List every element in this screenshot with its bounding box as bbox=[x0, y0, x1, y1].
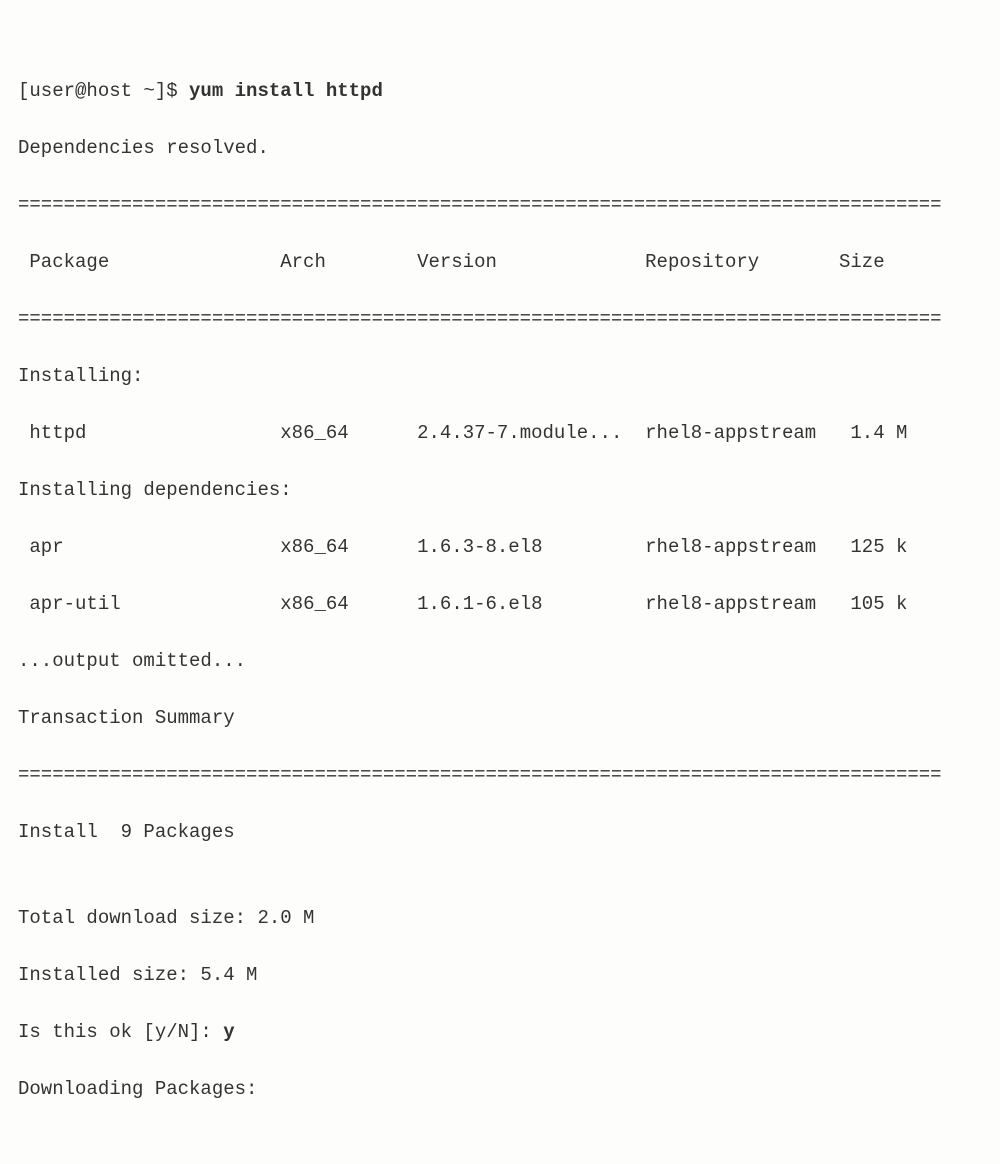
downloading-packages: Downloading Packages: bbox=[18, 1075, 982, 1104]
confirm-input[interactable]: y bbox=[223, 1021, 234, 1043]
col-arch: Arch bbox=[280, 251, 326, 273]
installing-deps-label: Installing dependencies: bbox=[18, 476, 982, 505]
pkg-size: 105 k bbox=[850, 593, 907, 615]
confirm-prompt: Is this ok [y/N]: bbox=[18, 1021, 223, 1043]
col-size: Size bbox=[839, 251, 885, 273]
transaction-summary: Transaction Summary bbox=[18, 704, 982, 733]
pkg-row-apr-util: apr-util x86_64 1.6.1-6.el8 rhel8-appstr… bbox=[18, 590, 982, 619]
prompt-line: [user@host ~]$ yum install httpd bbox=[18, 77, 982, 106]
col-package: Package bbox=[18, 251, 109, 273]
pkg-size: 125 k bbox=[850, 536, 907, 558]
table-header: Package Arch Version Repository Size bbox=[18, 248, 982, 277]
col-repository: Repository bbox=[645, 251, 759, 273]
pkg-repo: rhel8-appstream bbox=[645, 536, 816, 558]
pkg-name: httpd bbox=[18, 422, 86, 444]
pkg-arch: x86_64 bbox=[280, 422, 348, 444]
divider-summary: ========================================… bbox=[18, 761, 982, 790]
divider-top: ========================================… bbox=[18, 191, 982, 220]
pkg-name: apr bbox=[18, 536, 64, 558]
pkg-row-httpd: httpd x86_64 2.4.37-7.module... rhel8-ap… bbox=[18, 419, 982, 448]
pkg-arch: x86_64 bbox=[280, 536, 348, 558]
command-text: yum install httpd bbox=[189, 80, 383, 102]
shell-prompt: [user@host ~]$ bbox=[18, 80, 189, 102]
installing-label: Installing: bbox=[18, 362, 982, 391]
download-size: Total download size: 2.0 M bbox=[18, 904, 982, 933]
pkg-repo: rhel8-appstream bbox=[645, 593, 816, 615]
confirm-line: Is this ok [y/N]: y bbox=[18, 1018, 982, 1047]
pkg-size: 1.4 M bbox=[850, 422, 907, 444]
output-omitted: ...output omitted... bbox=[18, 647, 982, 676]
pkg-version: 1.6.1-6.el8 bbox=[417, 593, 542, 615]
pkg-repo: rhel8-appstream bbox=[645, 422, 816, 444]
pkg-name: apr-util bbox=[18, 593, 121, 615]
col-version: Version bbox=[417, 251, 497, 273]
pkg-arch: x86_64 bbox=[280, 593, 348, 615]
divider-header: ========================================… bbox=[18, 305, 982, 334]
pkg-version: 2.4.37-7.module... bbox=[417, 422, 622, 444]
pkg-row-apr: apr x86_64 1.6.3-8.el8 rhel8-appstream 1… bbox=[18, 533, 982, 562]
install-count: Install 9 Packages bbox=[18, 818, 982, 847]
installed-size: Installed size: 5.4 M bbox=[18, 961, 982, 990]
deps-resolved-line: Dependencies resolved. bbox=[18, 134, 982, 163]
pkg-version: 1.6.3-8.el8 bbox=[417, 536, 542, 558]
